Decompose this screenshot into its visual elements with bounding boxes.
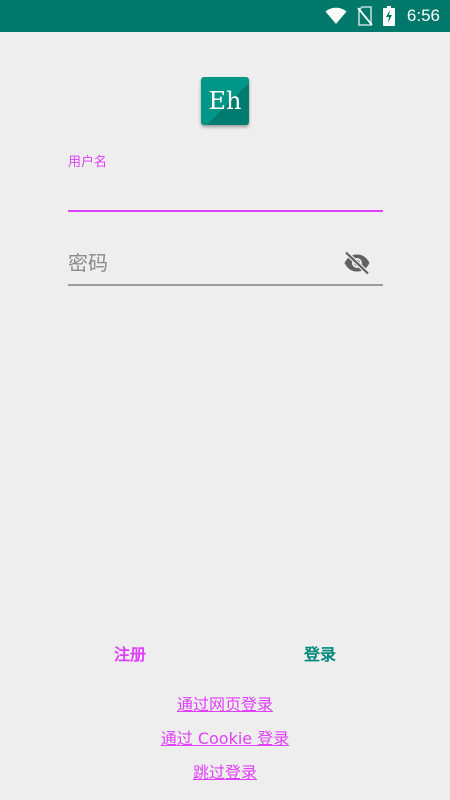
status-time: 6:56 [406,6,440,25]
web-login-link[interactable]: 通过网页登录 [0,691,450,715]
no-sim-icon [357,6,373,26]
skip-login-link[interactable]: 跳过登录 [0,759,450,783]
cookie-login-link[interactable]: 通过 Cookie 登录 [0,725,450,749]
status-bar: 6:56 [0,0,450,32]
username-input[interactable] [68,170,382,210]
username-underline-focused [68,210,383,212]
status-icons: 6:56 [325,0,440,32]
login-button[interactable]: 登录 [285,640,355,670]
logo-text: Eh [208,87,242,115]
username-label: 用户名 [68,155,108,170]
wifi-icon [325,7,347,25]
password-input[interactable] [68,244,338,284]
battery-charging-icon [382,6,395,26]
register-button[interactable]: 注册 [95,640,165,670]
password-visibility-toggle[interactable] [342,250,372,279]
password-underline [68,284,383,286]
app-logo: Eh [201,77,249,125]
login-screen: 6:56 Eh 用户名 注册 登录 通过网页登录 通过 Cookie 登录 跳过… [0,0,450,800]
visibility-off-icon [343,250,371,279]
